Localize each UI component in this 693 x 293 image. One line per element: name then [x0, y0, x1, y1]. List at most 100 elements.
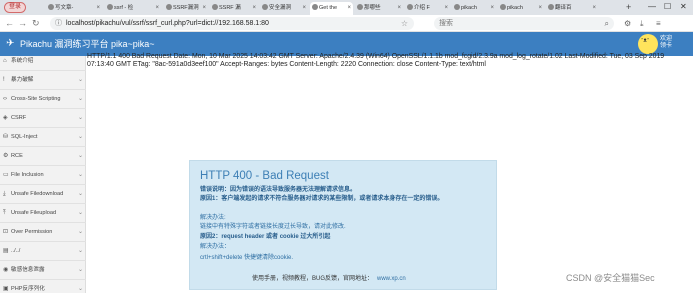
chevron-down-icon[interactable]: ⌄ [78, 223, 83, 242]
tab-label[interactable]: pikach [507, 5, 523, 11]
code-icon: ‹› [3, 96, 7, 102]
close-tab-icon[interactable]: × [155, 2, 159, 15]
favicon-icon [407, 4, 413, 10]
sidebar-item-label: 暴力破解 [11, 77, 34, 83]
favicon-icon [48, 4, 54, 10]
search-icon[interactable]: ⌕ [605, 17, 609, 30]
sidebar-item-label: 敏感信息泄露 [11, 267, 45, 273]
search-placeholder[interactable]: 搜索 [439, 17, 453, 30]
gear-icon: ⚙ [3, 153, 9, 159]
official-site-link[interactable]: www.xp.cn [377, 276, 406, 282]
chevron-down-icon[interactable]: ⌄ [78, 204, 83, 223]
close-tab-icon[interactable]: × [347, 2, 351, 15]
chevron-down-icon[interactable]: ⌄ [78, 109, 83, 128]
chevron-down-icon[interactable]: ⌄ [78, 242, 83, 261]
sidebar-item[interactable]: ⌂ 系统介绍 [0, 52, 86, 71]
chevron-down-icon[interactable]: ⌄ [78, 280, 83, 293]
rocket-icon: ✈ [6, 38, 15, 49]
browser-tab[interactable]: SSRF漏洞 × [164, 2, 208, 15]
browser-tab[interactable]: 翻译百 × [546, 2, 598, 15]
sidebar-item[interactable]: ▣ PHP反序列化 ⌄ [0, 280, 86, 293]
site-info-icon[interactable]: ⓘ [55, 19, 62, 28]
sidebar-item[interactable]: ! 暴力破解 ⌄ [0, 71, 86, 90]
close-tab-icon[interactable]: × [397, 2, 401, 15]
chevron-down-icon[interactable]: ⌄ [78, 166, 83, 185]
favicon-icon [500, 4, 506, 10]
maximize-icon[interactable]: ☐ [664, 1, 671, 12]
browser-tab[interactable]: 介绍 F × [405, 2, 450, 15]
forward-icon[interactable]: → [18, 17, 27, 29]
tab-label[interactable]: pikach [461, 5, 477, 11]
reload-icon[interactable]: ↻ [32, 17, 40, 29]
favicon-icon [548, 4, 554, 10]
close-window-icon[interactable]: ✕ [680, 1, 687, 12]
tab-label[interactable]: 介绍 F [414, 5, 430, 11]
chevron-down-icon[interactable]: ⌄ [78, 71, 83, 90]
favicon-icon [312, 4, 318, 10]
tab-label[interactable]: 写文章- [55, 5, 73, 11]
favicon-icon [166, 4, 172, 10]
app-title[interactable]: Pikachu 漏洞练习平台 pika~pika~ [20, 36, 155, 52]
sidebar-item[interactable]: ‹› Cross-Site Scripting ⌄ [0, 90, 86, 109]
sidebar-item-label: Unsafe Filedownload [11, 191, 64, 197]
tab-label[interactable]: 安全漏洞 [269, 5, 291, 11]
browser-tab[interactable]: Get the × [310, 2, 353, 15]
sidebar-item[interactable]: ⊡ Over Permission ⌄ [0, 223, 86, 242]
close-tab-icon[interactable]: × [202, 2, 206, 15]
close-tab-icon[interactable]: × [252, 2, 256, 15]
search-box[interactable]: 搜索 ⌕ [434, 17, 614, 30]
sidebar-item-label: File Inclusion [11, 172, 44, 178]
sidebar-item[interactable]: ◈ CSRF ⌄ [0, 109, 86, 128]
solution-label-1: 解决办法: [200, 215, 226, 221]
minimize-icon[interactable]: — [648, 1, 656, 12]
chevron-down-icon[interactable]: ⌄ [78, 185, 83, 204]
downloads-icon[interactable]: ⤓ [640, 18, 644, 29]
chevron-down-icon[interactable]: ⌄ [78, 261, 83, 280]
bookmark-star-icon[interactable]: ☆ [401, 17, 408, 30]
browser-tab[interactable]: 安全漏洞 × [260, 2, 308, 15]
browser-tab[interactable]: pikach × [452, 2, 496, 15]
extensions-icon[interactable]: ⚙ [624, 18, 631, 29]
url-text[interactable]: localhost/pikachu/vul/ssrf/ssrf_curl.php… [66, 17, 269, 30]
solution-text-1: 链接中有特殊字符或者链接长度过长导致，请对此修改. [200, 224, 346, 230]
tab-label[interactable]: ssrf - 检 [114, 5, 133, 11]
sidebar-item[interactable]: ⤓ Unsafe Filedownload ⌄ [0, 185, 86, 204]
back-icon[interactable]: ← [5, 17, 14, 29]
close-tab-icon[interactable]: × [302, 2, 306, 15]
sidebar-item[interactable]: ⚙ RCE ⌄ [0, 147, 86, 166]
address-bar[interactable]: ⓘ localhost/pikachu/vul/ssrf/ssrf_curl.p… [50, 17, 414, 30]
sidebar-item[interactable]: ⤒ Unsafe Fileupload ⌄ [0, 204, 86, 223]
browser-tab[interactable]: 那哪些 × [355, 2, 403, 15]
solution-text-2: crtl+shift+delete 快捷键清除cookie. [200, 255, 294, 261]
browser-tab[interactable]: SSRF 漏 × [210, 2, 258, 15]
browser-tab[interactable]: ssrf - 检 × [105, 2, 161, 15]
close-tab-icon[interactable]: × [538, 2, 542, 15]
profile-button[interactable]: 登录 [4, 2, 27, 13]
sidebar-item[interactable]: ▤ ../../ ⌄ [0, 242, 86, 261]
new-tab-button[interactable]: + [626, 2, 631, 13]
sidebar-item[interactable]: ⛁ SQL-Inject ⌄ [0, 128, 86, 147]
close-tab-icon[interactable]: × [96, 2, 100, 15]
tab-label[interactable]: SSRF漏洞 [173, 5, 199, 11]
close-tab-icon[interactable]: × [592, 2, 596, 15]
close-tab-icon[interactable]: × [444, 2, 448, 15]
chevron-down-icon[interactable]: ⌄ [78, 128, 83, 147]
error-description: 错误说明：因为错误的语法导致服务器无法理解请求信息。 [200, 187, 357, 193]
sidebar-item[interactable]: ▭ File Inclusion ⌄ [0, 166, 86, 185]
php-icon: ▣ [3, 286, 9, 292]
chevron-down-icon[interactable]: ⌄ [78, 147, 83, 166]
tab-label[interactable]: SSRF 漏 [219, 5, 241, 11]
tab-label[interactable]: Get the [319, 5, 337, 11]
tab-label[interactable]: 翻译百 [555, 5, 572, 11]
tab-label[interactable]: 那哪些 [364, 5, 381, 11]
browser-tab[interactable]: 写文章- × [46, 2, 102, 15]
sidebar-item[interactable]: ◉ 敏感信息泄露 ⌄ [0, 261, 86, 280]
avatar[interactable]: ᵔᴥᵔ [638, 34, 658, 54]
close-tab-icon[interactable]: × [490, 2, 494, 15]
database-icon: ⛁ [3, 134, 9, 140]
shield-icon: ◈ [3, 115, 8, 121]
menu-icon[interactable]: ≡ [656, 18, 661, 29]
chevron-down-icon[interactable]: ⌄ [78, 90, 83, 109]
welcome-text[interactable]: 欢迎 领卡 [660, 36, 672, 50]
browser-tab[interactable]: pikach × [498, 2, 544, 15]
